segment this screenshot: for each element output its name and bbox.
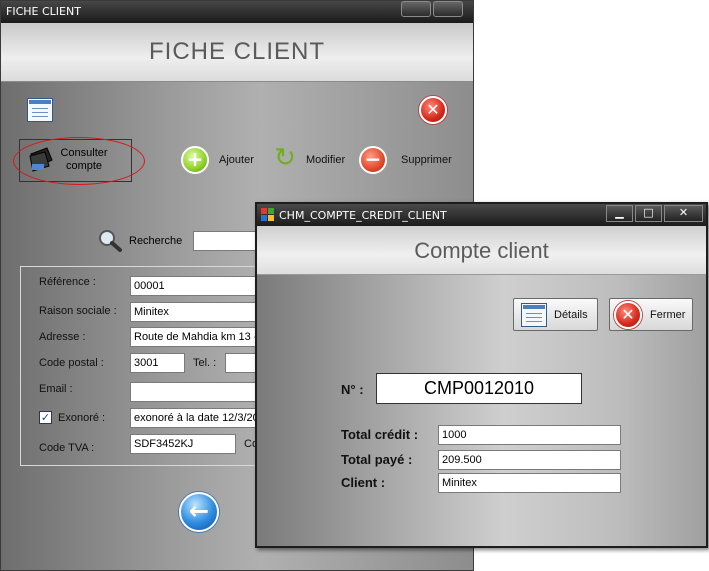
adresse-label: Adresse :: [39, 331, 86, 343]
refresh-icon[interactable]: ↻: [271, 144, 299, 172]
email-field[interactable]: [130, 382, 260, 402]
back-arrow-button[interactable]: ←: [179, 492, 219, 532]
app-icon: [261, 208, 274, 221]
search-label: Recherche: [129, 235, 183, 247]
dialog-page-title: Compte client: [414, 238, 549, 263]
code-tva-label: Code TVA :: [39, 442, 95, 454]
dialog-title-bar[interactable]: CHM_COMPTE_CREDIT_CLIENT ▁ □ ✕: [257, 204, 706, 226]
total-paye-field[interactable]: 209.500: [438, 450, 621, 470]
details-label: Détails: [554, 309, 588, 321]
search-icon: [97, 229, 123, 253]
client-label: Client :: [341, 475, 386, 490]
fermer-x-icon: ✕: [614, 301, 642, 329]
adresse-field[interactable]: Route de Mahdia km 13 -: [130, 327, 260, 347]
email-label: Email :: [39, 383, 73, 395]
maximize-icon[interactable]: □: [635, 205, 662, 222]
details-list-icon: [521, 303, 547, 327]
main-close-button[interactable]: [433, 1, 463, 17]
highlight-oval-annotation: [13, 137, 145, 185]
main-maximize-button[interactable]: [401, 1, 431, 17]
total-paye-label: Total payé :: [341, 452, 413, 467]
modifier-button[interactable]: Modifier: [306, 154, 345, 166]
add-icon[interactable]: +: [181, 146, 209, 174]
tel-label: Tel. :: [193, 357, 217, 369]
main-title-bar[interactable]: FICHE CLIENT: [1, 1, 473, 23]
compte-credit-dialog: CHM_COMPTE_CREDIT_CLIENT ▁ □ ✕ Compte cl…: [255, 202, 708, 548]
dialog-header-banner: Compte client: [257, 226, 706, 275]
code-tva-field[interactable]: SDF3452KJ: [130, 434, 236, 454]
raison-sociale-field[interactable]: Minitex: [130, 302, 260, 322]
dialog-window-title: CHM_COMPTE_CREDIT_CLIENT: [279, 209, 447, 222]
total-credit-label: Total crédit :: [341, 427, 419, 442]
exonore-field[interactable]: exonoré à la date 12/3/20: [130, 408, 260, 428]
raison-sociale-label: Raison sociale :: [39, 305, 117, 317]
remove-icon[interactable]: −: [359, 146, 387, 174]
code-postal-label: Code postal :: [39, 357, 104, 369]
main-window-title: FICHE CLIENT: [6, 5, 81, 18]
fermer-label: Fermer: [650, 309, 686, 321]
code-postal-field[interactable]: 3001: [130, 353, 185, 373]
main-header-banner: FICHE CLIENT: [1, 23, 473, 82]
main-page-title: FICHE CLIENT: [148, 38, 325, 65]
reference-label: Référence :: [39, 276, 96, 288]
supprimer-button[interactable]: Supprimer: [401, 154, 452, 166]
exonore-label: Exonoré :: [58, 412, 106, 424]
total-credit-field[interactable]: 1000: [438, 425, 621, 445]
close-icon[interactable]: ✕: [664, 205, 703, 222]
list-icon[interactable]: [27, 98, 53, 122]
fermer-button[interactable]: ✕ Fermer: [609, 298, 693, 331]
ajouter-button[interactable]: Ajouter: [219, 154, 254, 166]
details-button[interactable]: Détails: [513, 298, 598, 331]
reference-field[interactable]: 00001: [130, 276, 260, 296]
close-form-icon[interactable]: ✕: [419, 96, 447, 124]
minimize-icon[interactable]: ▁: [606, 205, 633, 222]
client-field[interactable]: Minitex: [438, 473, 621, 493]
exonore-checkbox[interactable]: ✓: [39, 411, 52, 424]
search-input[interactable]: [193, 231, 263, 251]
numero-compte-field[interactable]: CMP0012010: [376, 373, 582, 404]
numero-label: N° :: [341, 382, 364, 397]
